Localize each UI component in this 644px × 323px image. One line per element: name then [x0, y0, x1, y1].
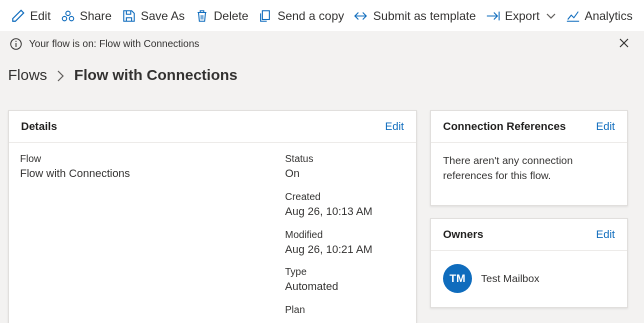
flow-label: Flow — [20, 154, 42, 165]
share-button[interactable]: Share — [56, 0, 117, 31]
created-value: Aug 26, 10:13 AM — [285, 206, 373, 218]
owner-list-item: TM Test Mailbox — [431, 251, 627, 306]
plan-label: Plan — [285, 305, 306, 316]
export-icon — [486, 11, 500, 20]
status-field: Status On — [285, 154, 313, 180]
page-title: Flow with Connections — [74, 67, 238, 84]
edit-label: Edit — [30, 8, 51, 23]
connection-references-edit-link[interactable]: Edit — [596, 121, 615, 133]
save-as-button[interactable]: Save As — [117, 0, 190, 31]
analytics-label: Analytics — [584, 8, 633, 23]
details-header: Details Edit — [9, 111, 416, 143]
details-card: Details Edit Flow Flow with Connections … — [8, 110, 417, 323]
submit-template-button[interactable]: Submit as template — [349, 0, 481, 31]
type-label: Type — [285, 267, 307, 278]
owners-header: Owners Edit — [431, 219, 627, 251]
status-value: On — [285, 168, 300, 180]
owners-card: Owners Edit TM Test Mailbox — [430, 218, 628, 308]
owners-edit-link[interactable]: Edit — [596, 229, 615, 241]
delete-icon — [197, 9, 207, 22]
export-label: Export — [504, 8, 540, 23]
info-message: Your flow is on: Flow with Connections — [29, 38, 200, 50]
share-icon — [61, 10, 74, 21]
send-copy-label: Send a copy — [277, 8, 345, 23]
flow-field: Flow Flow with Connections — [20, 154, 130, 180]
connection-references-header: Connection References Edit — [431, 111, 627, 143]
modified-value: Aug 26, 10:21 AM — [285, 244, 373, 256]
connection-references-card: Connection References Edit There aren't … — [430, 110, 628, 206]
created-label: Created — [285, 192, 321, 203]
delete-button[interactable]: Delete — [190, 0, 254, 31]
send-copy-button[interactable]: Send a copy — [253, 0, 349, 31]
edit-icon — [12, 9, 25, 22]
status-label: Status — [285, 154, 314, 165]
edit-button[interactable]: Edit — [6, 0, 56, 31]
submit-icon — [354, 11, 368, 20]
save-as-icon — [122, 9, 135, 22]
delete-label: Delete — [213, 8, 249, 23]
type-field: Type Automated — [285, 267, 338, 293]
breadcrumb-flows-link[interactable]: Flows — [8, 67, 47, 84]
chevron-right-icon — [57, 70, 65, 81]
command-bar: Edit Share Save As Delete Send a copy Su… — [0, 0, 644, 31]
details-title: Details — [21, 120, 58, 133]
created-field: Created Aug 26, 10:13 AM — [285, 192, 372, 218]
save-as-label: Save As — [140, 8, 185, 23]
export-button[interactable]: Export — [481, 0, 561, 31]
modified-field: Modified Aug 26, 10:21 AM — [285, 230, 372, 256]
modified-label: Modified — [285, 230, 323, 241]
connection-references-empty-message: There aren't any connection references f… — [443, 155, 573, 182]
share-label: Share — [79, 8, 112, 23]
copy-icon — [260, 9, 271, 22]
info-icon — [10, 38, 22, 50]
info-bar: Your flow is on: Flow with Connections — [0, 33, 644, 55]
connection-references-title: Connection References — [443, 120, 566, 133]
avatar: TM — [443, 264, 472, 293]
plan-field: Plan — [285, 305, 305, 319]
analytics-button[interactable]: Analytics — [561, 0, 638, 31]
close-icon[interactable] — [618, 37, 630, 49]
type-value: Automated — [285, 281, 339, 293]
breadcrumb: Flows Flow with Connections — [8, 67, 238, 84]
owners-title: Owners — [443, 228, 484, 241]
analytics-icon — [566, 10, 579, 22]
chevron-down-icon — [546, 13, 555, 19]
submit-template-label: Submit as template — [373, 8, 476, 23]
owner-name: Test Mailbox — [481, 272, 540, 285]
details-edit-link[interactable]: Edit — [385, 121, 404, 133]
flow-value: Flow with Connections — [20, 168, 131, 180]
